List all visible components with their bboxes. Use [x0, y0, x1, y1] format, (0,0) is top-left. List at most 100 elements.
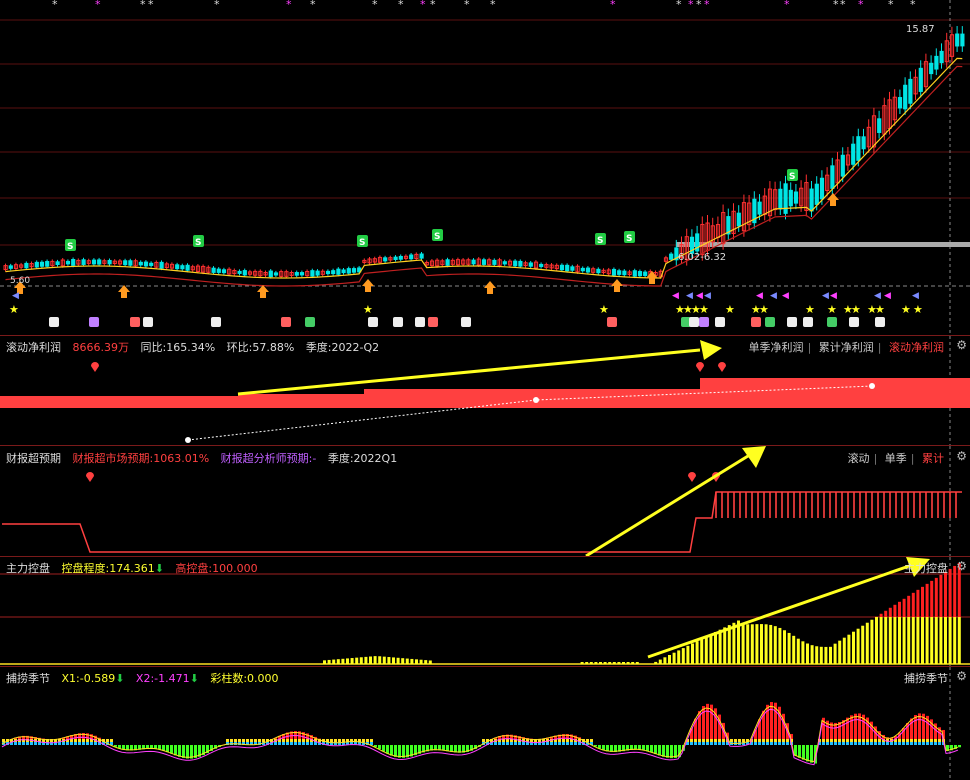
star-icon: ★ — [759, 303, 769, 316]
fishing-season-panel[interactable]: 捕捞季节 X1:-0.589⬇ X2:-1.471⬇ 彩柱数:0.000 捕捞季… — [0, 667, 970, 780]
control-bar-yellow — [612, 662, 616, 664]
panel-title: 捕捞季节 — [6, 672, 50, 685]
season-bar-blue — [30, 742, 33, 745]
season-bar-blue — [518, 742, 521, 745]
kline-chart[interactable]: * * * * * * * * * * * * * * * * * * * * * * * *S S SS S SS★ ★ ★ ★★★★ ★ ★… — [0, 0, 970, 335]
top-marker-icon: * — [704, 0, 710, 11]
season-bar-blue — [774, 742, 777, 745]
tab-cumulative[interactable]: 累计净利润 — [819, 341, 874, 354]
control-bar-yellow — [792, 635, 796, 664]
beat-expect-panel[interactable]: 财报超预期 财报超市场预期:1063.01% 财报超分析师预期:- 季度:202… — [0, 446, 970, 556]
gear-icon[interactable]: ⚙ — [956, 338, 967, 352]
tab-cumulative[interactable]: 累计 — [922, 452, 944, 465]
candle-body — [565, 264, 570, 272]
news-badge-icon — [827, 317, 837, 327]
news-badge-icon — [751, 317, 761, 327]
candle-body — [528, 262, 533, 267]
season-bar-green — [386, 745, 389, 754]
candle-body — [351, 268, 357, 273]
control-bar-yellow — [787, 632, 791, 664]
season-bar-blue — [718, 742, 721, 745]
sell-signal-letter: S — [789, 172, 795, 182]
season-bar-yellow — [282, 739, 285, 742]
candle-body — [55, 261, 60, 266]
season-bar-yellow — [866, 739, 869, 742]
news-badge-icon — [89, 317, 99, 327]
control-bar-yellow — [594, 662, 598, 664]
candle-body — [939, 50, 944, 64]
season-bar-blue — [858, 742, 861, 745]
candle-body — [856, 136, 861, 161]
high-price-label: 15.87 — [906, 24, 935, 35]
control-bar-yellow — [806, 643, 809, 664]
season-bar-blue — [722, 742, 725, 745]
control-bar-yellow — [654, 661, 658, 664]
news-badge-icon — [849, 317, 859, 327]
candle-body — [809, 188, 814, 212]
arrow-down-icon: ⬇ — [154, 562, 164, 575]
control-bar-yellow — [750, 624, 754, 664]
tab-rolling[interactable]: 滚动净利润 — [889, 341, 944, 354]
control-bar-yellow — [392, 657, 395, 664]
top-marker-icon: * — [372, 0, 378, 11]
star-icon: ★ — [725, 303, 735, 316]
beat-analyst: 财报超分析师预期:- — [220, 452, 317, 465]
candle-body — [596, 268, 601, 274]
season-bar-blue — [86, 742, 89, 745]
season-bar-yellow — [74, 739, 77, 742]
season-bar-yellow — [246, 739, 249, 742]
profit-point — [869, 383, 875, 389]
season-bar-blue — [870, 742, 873, 745]
candle-body — [81, 259, 86, 265]
candle-body — [877, 118, 882, 133]
season-bar-blue — [514, 742, 517, 745]
gear-icon[interactable]: ⚙ — [956, 449, 967, 463]
season-bar-blue — [886, 742, 889, 745]
top-marker-icon: * — [888, 0, 894, 11]
top-marker-icon: * — [140, 0, 146, 11]
gear-icon[interactable]: ⚙ — [956, 559, 967, 573]
tab-single-quarter[interactable]: 单季 — [885, 452, 907, 465]
season-bar-blue — [698, 742, 701, 745]
candle-body — [273, 272, 279, 276]
season-bar-yellow — [766, 739, 769, 742]
season-bar-green — [390, 745, 393, 756]
season-bar-blue — [690, 742, 693, 745]
season-bar-green — [398, 745, 401, 758]
candle-body — [65, 260, 71, 265]
control-bar-red — [898, 601, 901, 617]
candle-body — [585, 267, 591, 273]
season-bar-blue — [830, 742, 833, 745]
buy-signal-icon — [362, 279, 374, 292]
candle-body — [793, 191, 799, 204]
ttm-profit-panel[interactable]: 滚动净利润 8666.39万 同比:165.34% 环比:57.88% 季度:2… — [0, 336, 970, 445]
candle-body — [336, 268, 341, 275]
candle-body — [331, 270, 336, 275]
season-bar-blue — [822, 742, 825, 745]
flag-icon: ◀ — [830, 291, 837, 301]
kline-panel[interactable]: * * * * * * * * * * * * * * * * * * * * * * * * S S S S S S S ★ ★ ★ ★ ★ ★ ★ ★ ★… — [0, 0, 970, 335]
gear-icon[interactable]: ⚙ — [956, 669, 967, 683]
candle-body — [955, 33, 960, 47]
season-bar-blue — [894, 742, 897, 745]
season-bar-blue — [762, 742, 765, 745]
season-bar-yellow — [254, 739, 257, 742]
control-bar-yellow — [769, 624, 773, 664]
flag-icon: ◀ — [782, 291, 789, 301]
candle-body — [393, 256, 398, 260]
candle-body — [559, 264, 565, 271]
news-badge-icon — [699, 317, 709, 327]
season-bar-green — [670, 745, 673, 759]
tab-single-quarter[interactable]: 单季净利润 — [749, 341, 804, 354]
candle-body — [299, 272, 305, 276]
candle-body — [242, 270, 247, 276]
season-bar-yellow — [742, 739, 745, 742]
news-badge-icon — [787, 317, 797, 327]
control-bar-yellow — [810, 645, 814, 664]
control-bar-yellow — [815, 646, 819, 664]
main-control-panel[interactable]: 主力控盘 控盘程度:174.361⬇ 高控盘:100.000 主力控盘 ⚙ — [0, 557, 970, 666]
season-bar-yellow — [698, 739, 701, 742]
tab-rolling[interactable]: 滚动 — [848, 452, 870, 465]
star-icon: ★ — [599, 303, 609, 316]
control-bar-yellow — [691, 643, 694, 664]
